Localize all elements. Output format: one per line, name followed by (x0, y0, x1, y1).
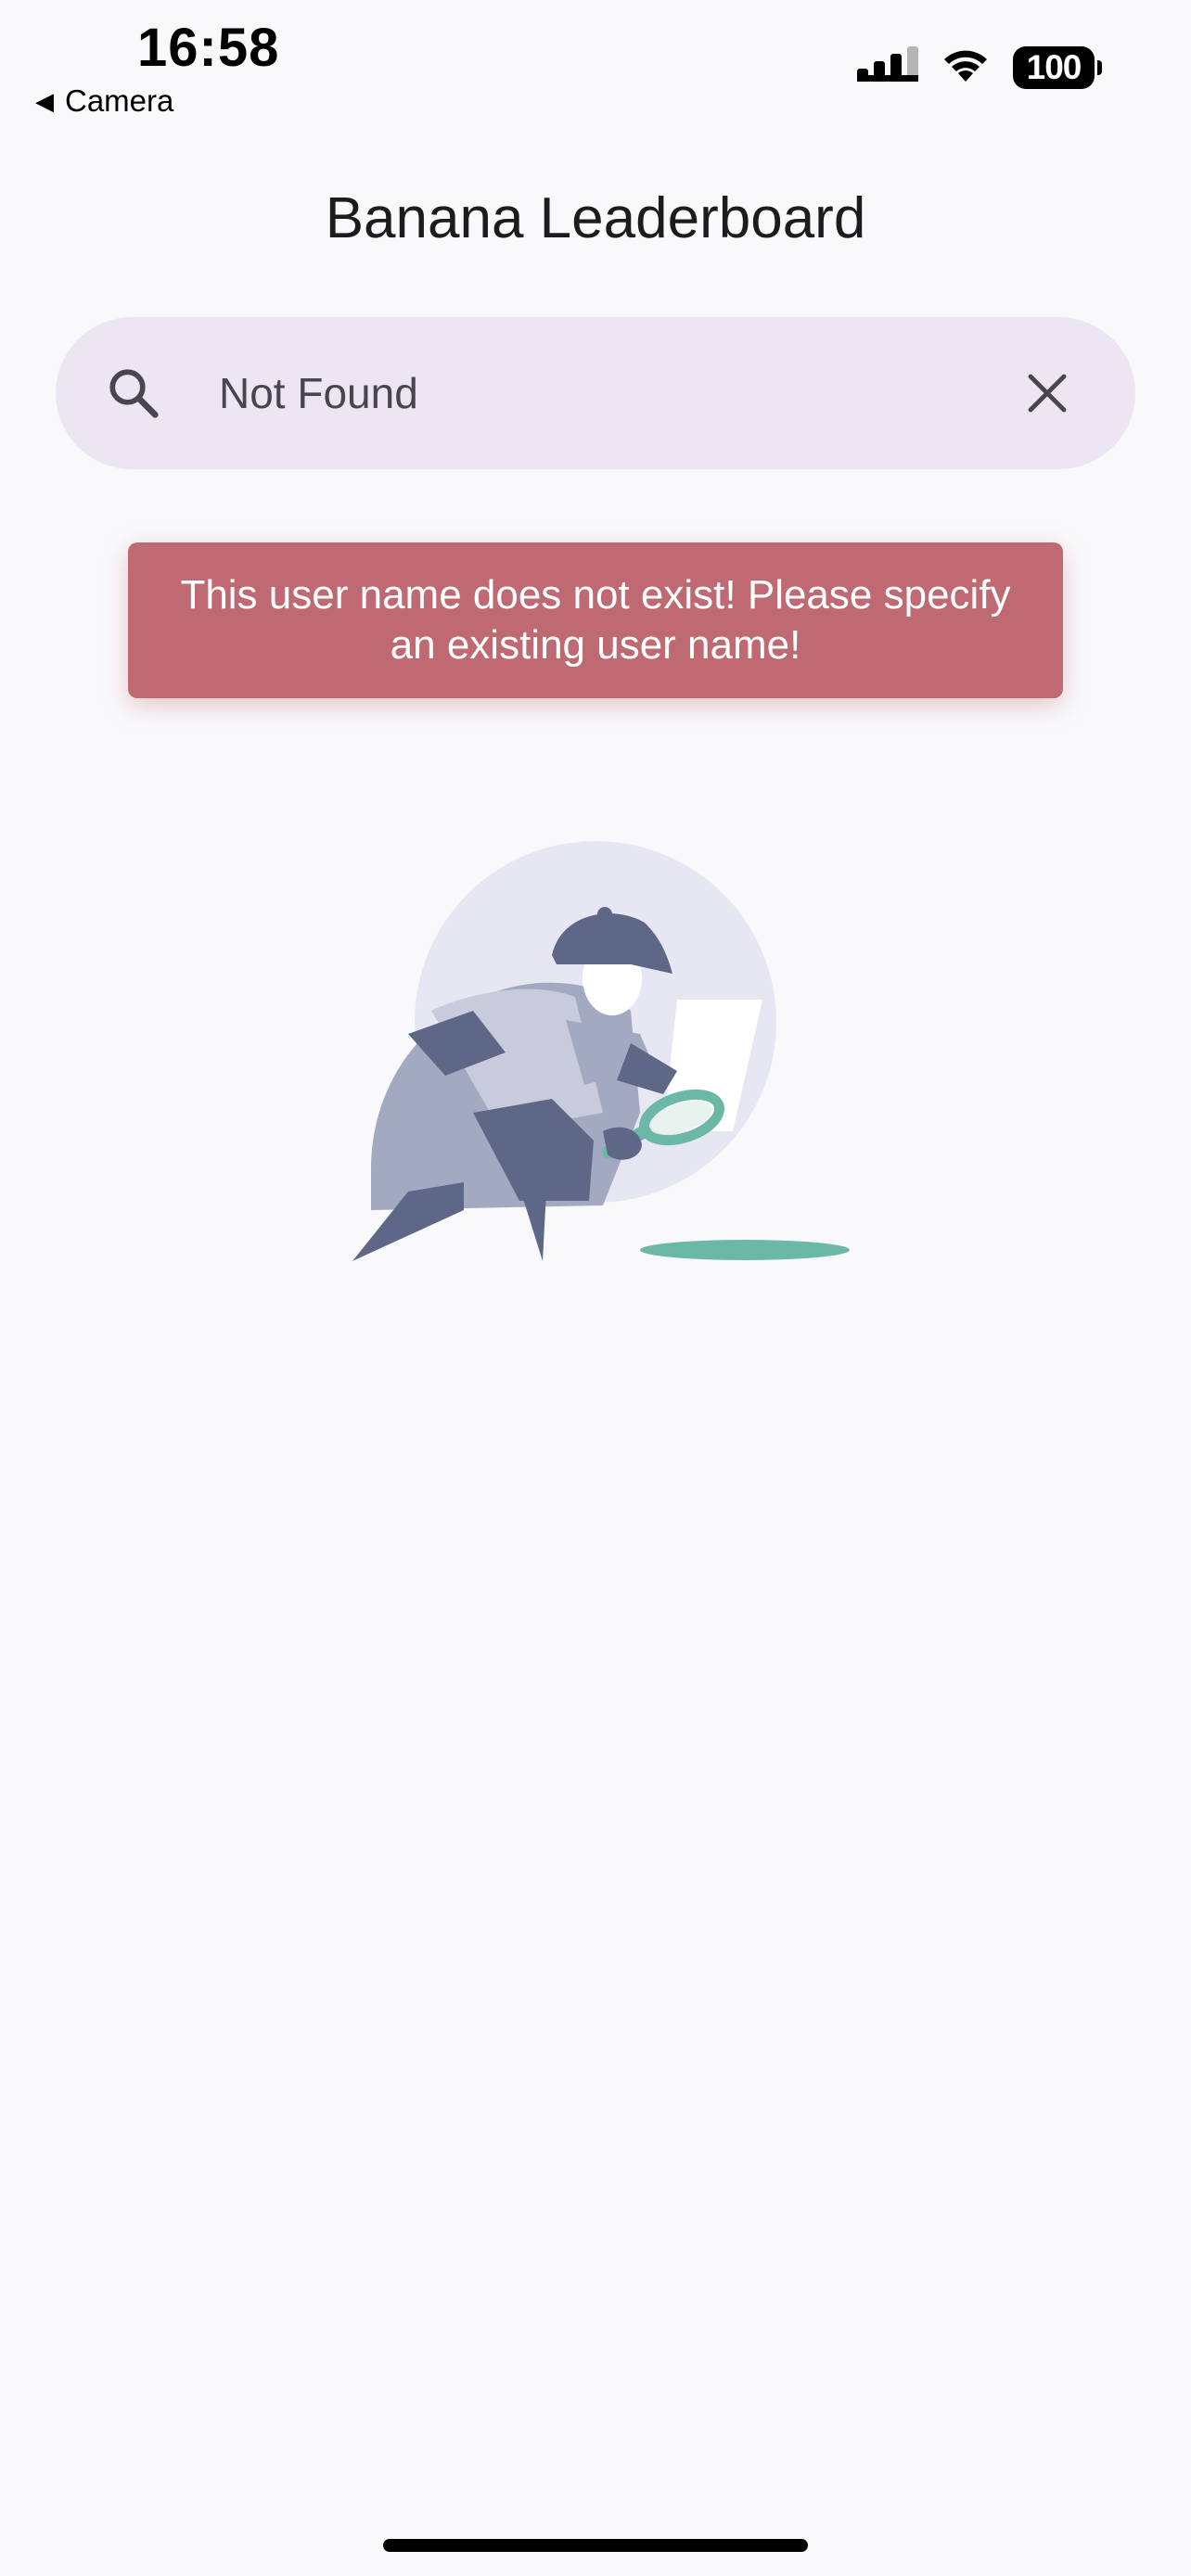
back-app-label: Camera (65, 83, 174, 118)
search-icon[interactable] (96, 356, 171, 430)
detective-not-found-illustration (334, 835, 853, 1270)
battery-icon: 100 (1013, 45, 1102, 89)
cellular-signal-icon (857, 45, 918, 90)
close-icon[interactable] (1015, 361, 1080, 426)
error-banner: This user name does not exist! Please sp… (128, 542, 1063, 698)
page-title: Banana Leaderboard (325, 186, 866, 250)
wifi-icon (939, 45, 992, 90)
back-triangle-icon: ◀ (35, 86, 54, 115)
battery-level: 100 (1013, 45, 1095, 89)
search-input[interactable] (219, 368, 1015, 418)
search-bar[interactable] (56, 317, 1135, 469)
home-indicator[interactable] (383, 2539, 808, 2552)
back-to-app-link[interactable]: ◀ Camera (35, 83, 173, 119)
status-icons: 100 (857, 45, 1102, 90)
status-time: 16:58 (137, 18, 280, 78)
error-message: This user name does not exist! Please sp… (180, 572, 1011, 668)
